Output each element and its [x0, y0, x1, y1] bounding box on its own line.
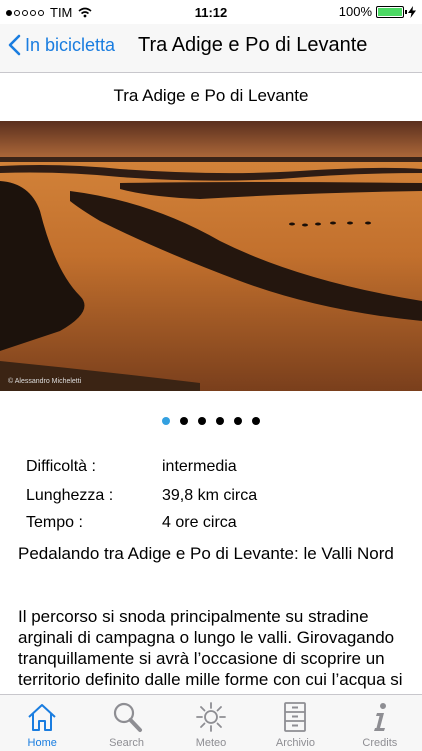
detail-label: Tempo : [26, 514, 83, 531]
tab-label: Home [27, 737, 57, 749]
cabinet-icon [284, 702, 307, 732]
charging-icon [408, 5, 416, 18]
tab-bar: Home Search Meteo Archivio Credits [0, 694, 422, 751]
photo-credit: © Alessandro Micheletti [8, 378, 82, 385]
tab-archivio[interactable]: Archivio [253, 695, 337, 751]
search-icon [113, 702, 142, 732]
back-button-label: In bicicletta [25, 34, 116, 55]
sun-icon [196, 702, 226, 732]
battery-icon [376, 5, 407, 18]
page-title: Tra Adige e Po di Levante [113, 86, 309, 105]
detail-label: Difficoltà : [26, 458, 96, 475]
page-dot[interactable] [234, 417, 242, 425]
tab-home[interactable]: Home [0, 695, 84, 751]
detail-row-length: Lunghezza : 39,8 km circa [26, 487, 257, 505]
page-indicator[interactable] [0, 417, 422, 425]
tab-meteo[interactable]: Meteo [169, 695, 253, 751]
back-button[interactable]: In bicicletta [8, 34, 115, 56]
detail-value: 39,8 km circa [162, 487, 258, 504]
page-dot[interactable] [162, 417, 170, 425]
route-description: Il percorso si snoda principalmente su s… [18, 607, 403, 694]
nav-title: Tra Adige e Po di Levante [138, 34, 368, 56]
page-dot[interactable] [198, 417, 206, 425]
chevron-left-icon [8, 34, 21, 56]
detail-row-difficulty: Difficoltà : intermedia [26, 458, 237, 476]
page-dot[interactable] [180, 417, 188, 425]
status-bar: TIM 11:12 100% [0, 0, 422, 24]
route-photo[interactable]: © Alessandro Micheletti [0, 121, 422, 391]
route-heading: Pedalando tra Adige e Po di Levante: le … [18, 544, 394, 563]
page-dot[interactable] [216, 417, 224, 425]
detail-value: 4 ore circa [162, 514, 237, 531]
lagoon-sunset-image [0, 121, 422, 391]
tab-label: Credits [362, 737, 398, 749]
tab-label: Meteo [195, 737, 227, 749]
tab-credits[interactable]: Credits [338, 695, 422, 751]
home-icon [28, 704, 56, 731]
tab-label: Archivio [275, 737, 315, 749]
detail-value: intermedia [162, 458, 237, 475]
tab-search[interactable]: Search [84, 695, 168, 751]
detail-row-time: Tempo : 4 ore circa [26, 514, 237, 532]
info-icon [373, 703, 386, 731]
detail-label: Lunghezza : [26, 487, 114, 504]
tab-label: Search [109, 737, 145, 749]
battery-area: 100% [339, 4, 416, 19]
page-dot[interactable] [252, 417, 260, 425]
navigation-bar: In bicicletta Tra Adige e Po di Levante [0, 24, 422, 73]
battery-percent: 100% [338, 4, 372, 19]
